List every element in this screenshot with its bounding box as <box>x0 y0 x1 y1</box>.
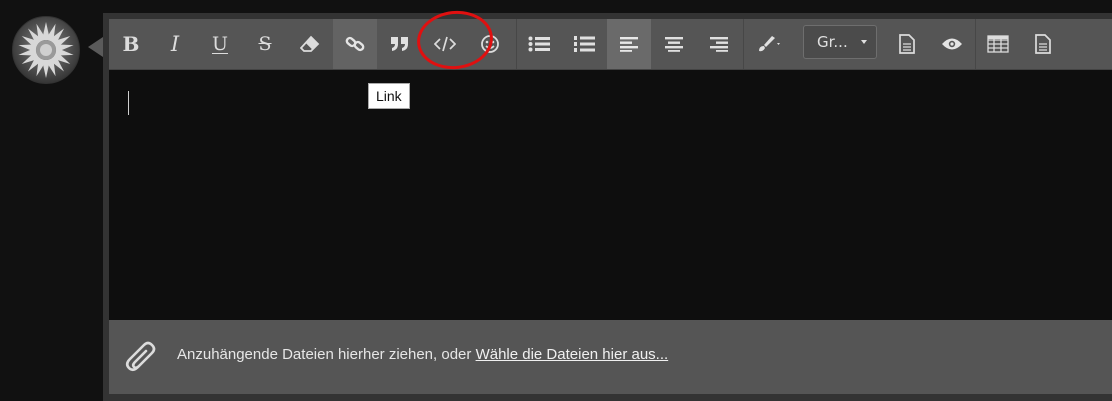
align-left-button[interactable] <box>607 19 651 69</box>
bullet-list-button[interactable] <box>517 19 561 69</box>
strikethrough-icon: S <box>258 33 272 55</box>
eraser-icon <box>300 35 320 52</box>
link-icon <box>345 36 365 52</box>
align-right-icon <box>710 37 728 52</box>
paintbrush-icon <box>759 36 780 52</box>
attachment-dropzone[interactable]: Anzuhängende Dateien hierher ziehen, ode… <box>109 320 1112 394</box>
eye-icon <box>942 38 962 50</box>
align-left-icon <box>620 37 638 52</box>
text-color-button[interactable] <box>747 19 791 69</box>
editor-content-area[interactable] <box>109 70 1112 320</box>
document-icon <box>899 34 915 54</box>
clear-formatting-button[interactable] <box>288 19 332 69</box>
italic-button[interactable]: I <box>153 19 197 69</box>
link-tooltip: Link <box>368 83 410 109</box>
numbered-list-button[interactable] <box>562 19 606 69</box>
bold-button[interactable]: B <box>109 19 153 69</box>
numbered-list-icon <box>574 36 595 52</box>
italic-icon: I <box>170 32 180 56</box>
bullet-list-icon <box>528 36 550 52</box>
avatar[interactable] <box>12 16 80 84</box>
align-center-button[interactable] <box>652 19 696 69</box>
quote-icon <box>391 37 408 51</box>
preview-button[interactable] <box>930 19 974 69</box>
align-right-button[interactable] <box>697 19 741 69</box>
chevron-down-icon <box>861 40 867 44</box>
toolbar-divider <box>743 19 744 69</box>
drafts-button[interactable] <box>885 19 929 69</box>
table-icon <box>987 35 1009 53</box>
underline-icon: U <box>211 33 228 55</box>
file-icon <box>1035 34 1051 54</box>
font-select-value: Gr... <box>817 33 848 51</box>
underline-button[interactable]: U <box>198 19 242 69</box>
insert-table-button[interactable] <box>976 19 1020 69</box>
link-button[interactable] <box>333 19 377 69</box>
quote-button[interactable] <box>378 19 422 69</box>
text-cursor <box>128 91 129 115</box>
bold-icon: B <box>122 32 140 56</box>
strikethrough-button[interactable]: S <box>243 19 287 69</box>
attachment-instructions: Anzuhängende Dateien hierher ziehen, ode… <box>177 346 668 363</box>
attachment-prompt: Anzuhängende Dateien hierher ziehen, ode… <box>177 346 476 363</box>
choose-files-link[interactable]: Wähle die Dateien hier aus... <box>476 346 669 363</box>
avatar-pointer <box>88 37 103 57</box>
font-family-select[interactable]: Gr... <box>803 25 877 59</box>
sunburst-avatar-icon <box>18 22 74 78</box>
paperclip-icon <box>125 341 156 372</box>
message-editor: B I U S Gr... Anzuhängende Dateien hierh… <box>103 13 1112 401</box>
source-mode-button[interactable] <box>1021 19 1065 69</box>
editor-toolbar: B I U S Gr... <box>109 19 1112 70</box>
align-center-icon <box>665 37 683 52</box>
